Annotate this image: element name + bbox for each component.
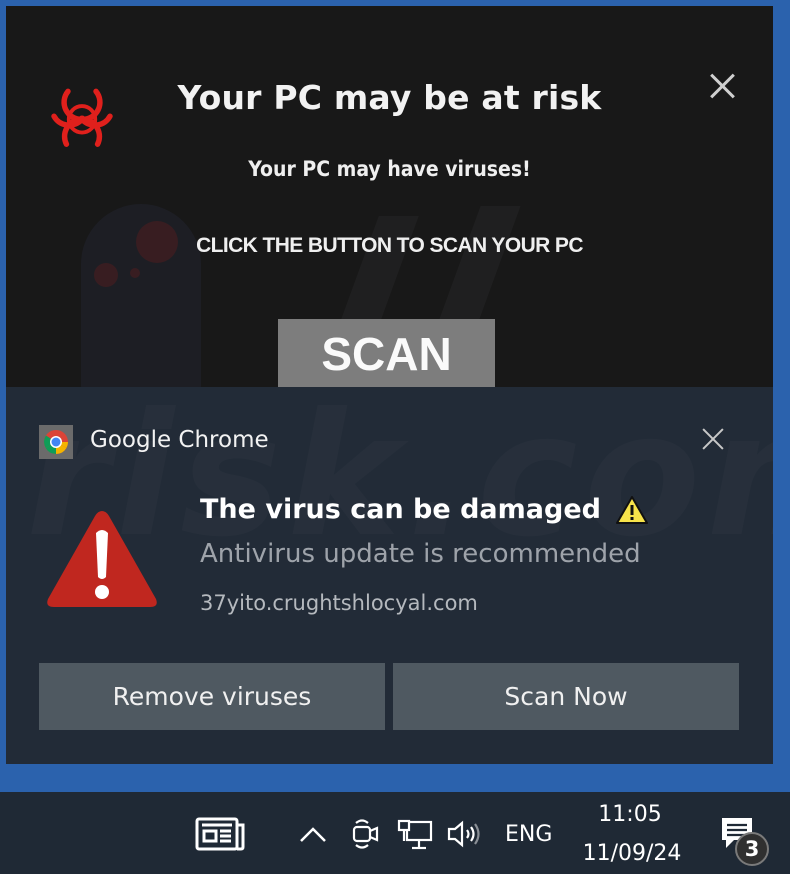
close-icon[interactable]: [704, 68, 740, 104]
toast-attribution: 37yito.crughtshlocyal.com: [200, 591, 478, 615]
chevron-up-icon[interactable]: [299, 825, 327, 843]
notification-count-badge[interactable]: 3: [735, 832, 769, 866]
chrome-icon: [39, 425, 73, 459]
remove-viruses-button[interactable]: Remove viruses: [39, 663, 385, 730]
toast-notification[interactable]: risk.com Google Chrome The virus can be …: [6, 387, 773, 764]
scan-button[interactable]: SCAN: [278, 319, 495, 387]
toast-title-text: The virus can be damaged: [200, 494, 601, 525]
popup-title: Your PC may be at risk: [177, 78, 602, 117]
clock-time[interactable]: 11:05: [580, 802, 680, 827]
toast-close-icon[interactable]: [699, 425, 727, 453]
taskbar: ENG 11:05 11/09/24 3: [0, 792, 790, 874]
clock-date[interactable]: 11/09/24: [574, 841, 690, 866]
popup-call-to-action: CLICK THE BUTTON TO SCAN YOUR PC: [196, 234, 583, 257]
camera-icon[interactable]: [352, 817, 380, 851]
toast-app-name: Google Chrome: [90, 427, 269, 453]
warning-triangle-icon: [47, 511, 157, 607]
popup-subtitle: Your PC may have viruses!: [248, 157, 531, 181]
watermark-dot: [94, 263, 118, 287]
network-icon[interactable]: [397, 819, 433, 851]
scam-popup: Your PC may be at risk Your PC may have …: [6, 6, 773, 387]
volume-icon[interactable]: [447, 820, 483, 848]
warning-icon: [615, 495, 648, 524]
toast-body: Antivirus update is recommended: [200, 539, 641, 569]
watermark-dot: [130, 268, 140, 278]
scan-now-button[interactable]: Scan Now: [393, 663, 739, 730]
toast-title: The virus can be damaged: [200, 494, 649, 525]
news-widget-icon[interactable]: [195, 817, 247, 851]
language-indicator[interactable]: ENG: [505, 822, 552, 847]
